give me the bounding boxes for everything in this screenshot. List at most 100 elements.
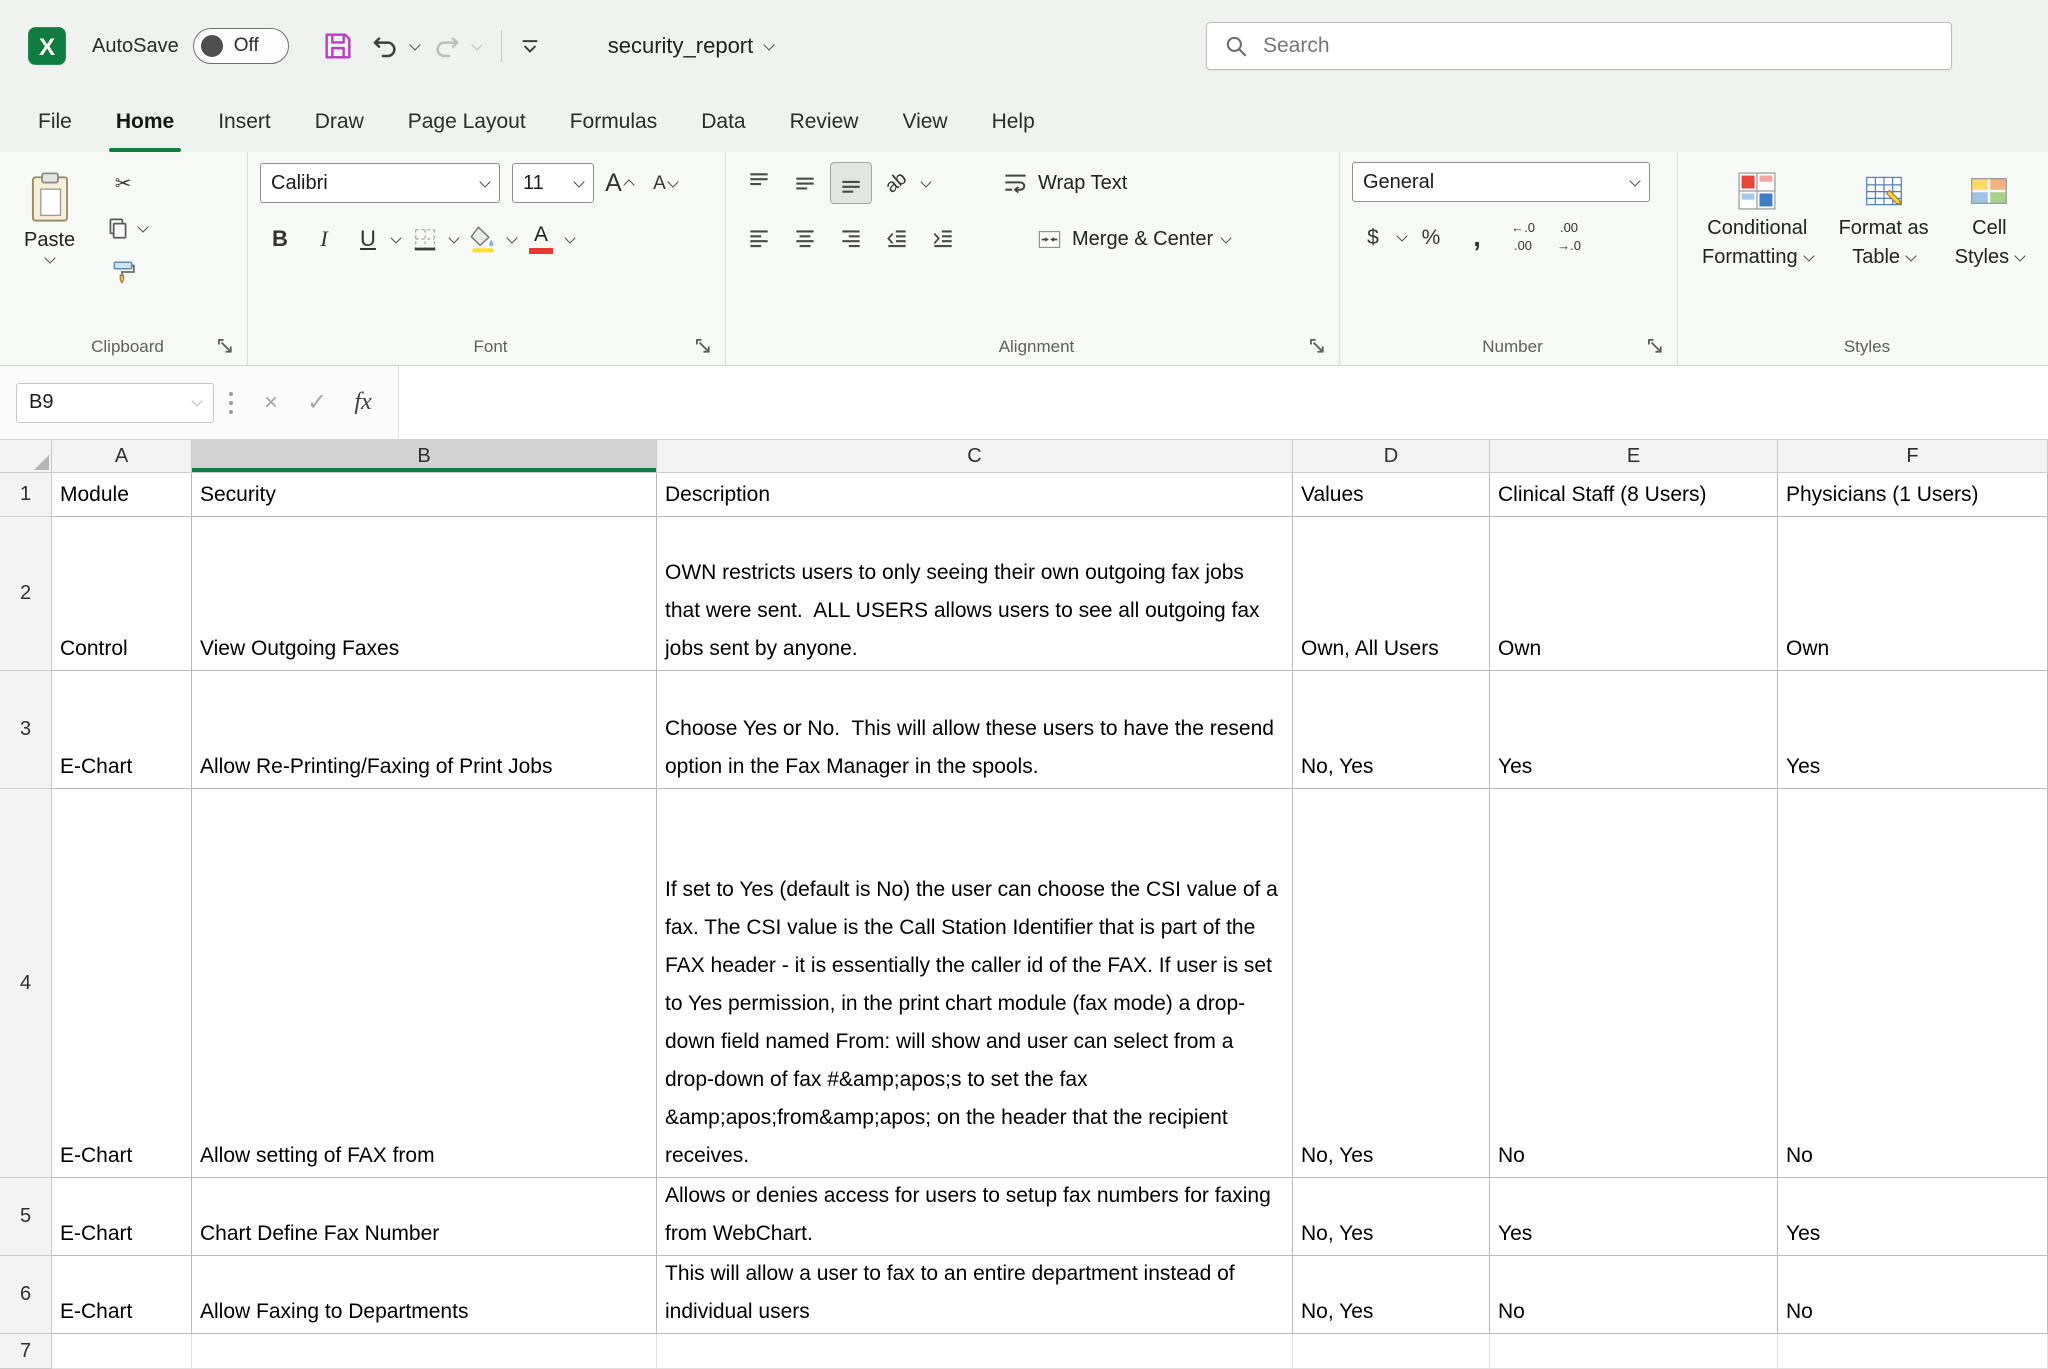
undo-button[interactable] xyxy=(365,26,405,66)
align-right-button[interactable] xyxy=(830,218,872,260)
row-header-6[interactable]: 6 xyxy=(0,1256,52,1334)
cell-styles-button[interactable]: Cell Styles xyxy=(1943,162,2036,274)
cell-E7[interactable] xyxy=(1490,1334,1778,1369)
cell-D2[interactable]: Own, All Users xyxy=(1293,517,1490,671)
cell-B4[interactable]: Allow setting of FAX from xyxy=(192,789,657,1178)
tab-view[interactable]: View xyxy=(880,92,969,152)
cell-C1[interactable]: Description xyxy=(657,473,1293,517)
cell-B3[interactable]: Allow Re-Printing/Faxing of Print Jobs xyxy=(192,671,657,789)
comma-style-button[interactable]: , xyxy=(1456,216,1498,258)
align-top-button[interactable] xyxy=(738,162,780,204)
tab-page-layout[interactable]: Page Layout xyxy=(386,92,548,152)
tab-review[interactable]: Review xyxy=(768,92,881,152)
bold-button[interactable]: B xyxy=(260,218,300,260)
cell-C6[interactable]: This will allow a user to fax to an enti… xyxy=(657,1256,1293,1334)
font-dialog-launcher[interactable] xyxy=(695,338,713,356)
wrap-text-button[interactable]: Wrap Text xyxy=(994,166,1135,201)
column-header-b[interactable]: B xyxy=(192,440,657,473)
align-middle-button[interactable] xyxy=(784,162,826,204)
formula-bar-resize-handle[interactable] xyxy=(229,392,233,414)
cell-D1[interactable]: Values xyxy=(1293,473,1490,517)
format-painter-button[interactable] xyxy=(99,254,147,290)
tab-home[interactable]: Home xyxy=(94,92,196,152)
underline-button[interactable]: U xyxy=(348,218,388,260)
cell-F2[interactable]: Own xyxy=(1778,517,2048,671)
row-header-5[interactable]: 5 xyxy=(0,1178,52,1256)
format-as-table-button[interactable]: Format as Table xyxy=(1827,162,1941,274)
cell-B6[interactable]: Allow Faxing to Departments xyxy=(192,1256,657,1334)
name-box[interactable]: B9 xyxy=(16,383,214,423)
enter-button[interactable]: ✓ xyxy=(294,382,340,424)
tab-insert[interactable]: Insert xyxy=(196,92,293,152)
cell-C2[interactable]: OWN restricts users to only seeing their… xyxy=(657,517,1293,671)
autosave-toggle[interactable]: Off xyxy=(193,28,289,64)
cell-E5[interactable]: Yes xyxy=(1490,1178,1778,1256)
cell-A6[interactable]: E-Chart xyxy=(52,1256,192,1334)
cell-B2[interactable]: View Outgoing Faxes xyxy=(192,517,657,671)
tab-help[interactable]: Help xyxy=(970,92,1057,152)
borders-button[interactable] xyxy=(404,218,446,260)
fill-color-button[interactable] xyxy=(462,218,504,260)
decrease-indent-button[interactable] xyxy=(876,218,918,260)
clipboard-dialog-launcher[interactable] xyxy=(217,338,235,356)
copy-menu-chevron[interactable] xyxy=(137,221,148,232)
tab-formulas[interactable]: Formulas xyxy=(548,92,680,152)
row-header-1[interactable]: 1 xyxy=(0,473,52,517)
increase-indent-button[interactable] xyxy=(922,218,964,260)
select-all-corner[interactable] xyxy=(0,440,52,473)
font-color-button[interactable]: A xyxy=(520,218,562,260)
alignment-dialog-launcher[interactable] xyxy=(1309,338,1327,356)
italic-button[interactable]: I xyxy=(304,218,344,260)
decrease-font-size-button[interactable]: A xyxy=(644,162,686,204)
copy-button[interactable] xyxy=(99,210,137,246)
row-header-7[interactable]: 7 xyxy=(0,1334,52,1369)
cell-D6[interactable]: No, Yes xyxy=(1293,1256,1490,1334)
column-header-f[interactable]: F xyxy=(1778,440,2048,473)
undo-menu-chevron[interactable] xyxy=(409,39,420,50)
redo-menu-chevron[interactable] xyxy=(471,39,482,50)
row-header-2[interactable]: 2 xyxy=(0,517,52,671)
fill-color-menu-chevron[interactable] xyxy=(506,232,517,243)
cell-C4[interactable]: If set to Yes (default is No) the user c… xyxy=(657,789,1293,1178)
font-size-select[interactable]: 11 xyxy=(512,163,594,203)
search-input[interactable] xyxy=(1263,34,1935,58)
cell-D3[interactable]: No, Yes xyxy=(1293,671,1490,789)
increase-decimal-button[interactable]: ←.0 .00 xyxy=(1502,216,1544,258)
cell-B1[interactable]: Security xyxy=(192,473,657,517)
percent-style-button[interactable]: % xyxy=(1410,216,1452,258)
cell-F5[interactable]: Yes xyxy=(1778,1178,2048,1256)
cell-F3[interactable]: Yes xyxy=(1778,671,2048,789)
cell-C3[interactable]: Choose Yes or No. This will allow these … xyxy=(657,671,1293,789)
accounting-format-chevron[interactable] xyxy=(1396,230,1407,241)
cell-E4[interactable]: No xyxy=(1490,789,1778,1178)
cell-A1[interactable]: Module xyxy=(52,473,192,517)
cell-F4[interactable]: No xyxy=(1778,789,2048,1178)
cell-C5[interactable]: Allows or denies access for users to set… xyxy=(657,1178,1293,1256)
orientation-menu-chevron[interactable] xyxy=(920,176,931,187)
cell-A4[interactable]: E-Chart xyxy=(52,789,192,1178)
accounting-format-button[interactable]: $ xyxy=(1352,216,1394,258)
cut-button[interactable]: ✂ xyxy=(99,166,147,202)
font-color-menu-chevron[interactable] xyxy=(564,232,575,243)
save-button[interactable] xyxy=(317,25,359,67)
cell-D7[interactable] xyxy=(1293,1334,1490,1369)
cell-A3[interactable]: E-Chart xyxy=(52,671,192,789)
conditional-formatting-button[interactable]: Conditional Formatting xyxy=(1690,162,1825,274)
row-header-4[interactable]: 4 xyxy=(0,789,52,1178)
number-format-select[interactable]: General xyxy=(1352,162,1650,202)
cell-F1[interactable]: Physicians (1 Users) xyxy=(1778,473,2048,517)
align-left-button[interactable] xyxy=(738,218,780,260)
document-title[interactable]: security_report xyxy=(608,33,774,59)
column-header-c[interactable]: C xyxy=(657,440,1293,473)
cell-B7[interactable] xyxy=(192,1334,657,1369)
cell-B5[interactable]: Chart Define Fax Number xyxy=(192,1178,657,1256)
tab-draw[interactable]: Draw xyxy=(293,92,386,152)
search-box[interactable] xyxy=(1206,22,1952,70)
cell-E2[interactable]: Own xyxy=(1490,517,1778,671)
tab-file[interactable]: File xyxy=(16,92,94,152)
decrease-decimal-button[interactable]: .00 →.0 xyxy=(1548,216,1590,258)
orientation-button[interactable]: ab xyxy=(876,162,918,204)
cell-D4[interactable]: No, Yes xyxy=(1293,789,1490,1178)
merge-center-button[interactable]: Merge & Center xyxy=(1028,222,1238,257)
tab-data[interactable]: Data xyxy=(679,92,767,152)
